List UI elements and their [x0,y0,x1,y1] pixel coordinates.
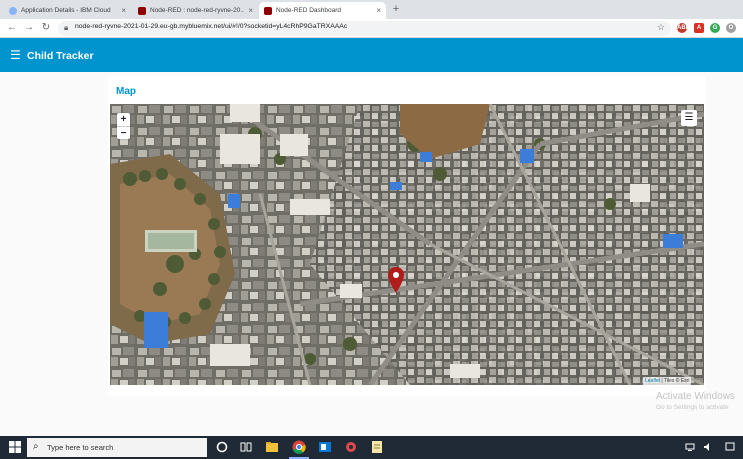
attribution-text: | Tiles © Esri [660,378,690,384]
zoom-out-button[interactable]: − [117,126,130,139]
ibm-cloud-icon [9,6,17,15]
cortana-icon[interactable] [215,440,229,454]
location-marker-icon[interactable] [388,267,404,293]
search-placeholder: Type here to search [47,443,114,452]
grammar-extension-icon[interactable]: G [710,23,720,33]
activate-windows-watermark: Activate Windows Go to Settings to activ… [656,391,735,411]
new-tab-button[interactable]: + [389,2,403,16]
notepad-icon[interactable] [370,440,384,454]
network-icon[interactable] [685,442,695,452]
map-zoom-control: + − [117,113,130,139]
map-attribution: Leaflet | Tiles © Esri [643,377,692,385]
forward-button[interactable]: → [22,21,36,35]
tab-node-red-editor[interactable]: Node-RED : node-red-ryvne-20... × [133,2,258,19]
address-bar[interactable]: 🔒︎ node-red-ryvne-2021-01-29.eu-gb.myblu… [58,21,671,36]
app-title: Child Tracker [27,50,94,62]
tab-close-icon[interactable]: × [121,6,126,15]
node-red-icon [138,6,146,15]
lock-icon: 🔒︎ [64,23,69,32]
windows-start-icon[interactable] [9,441,21,453]
search-icon: ⌕ [33,441,39,452]
tab-title: Application Details - IBM Cloud [21,7,111,14]
task-view-icon[interactable] [239,440,253,454]
tab-title: Node-RED Dashboard [276,7,342,14]
notifications-icon[interactable] [725,442,735,452]
url-text[interactable]: node-red-ryvne-2021-01-29.eu-gb.mybluemi… [75,23,347,30]
satellite-map[interactable] [110,104,704,385]
watermark-line2: Go to Settings to activate [656,404,729,411]
settings-gear-icon[interactable] [344,440,358,454]
bookmark-star-icon[interactable]: ☆ [657,22,665,33]
watermark-line1: Activate Windows [656,391,735,402]
leaflet-link[interactable]: Leaflet [645,378,660,384]
adblock-extension-icon[interactable]: ABP [677,23,690,33]
dashboard-header: ☰ Child Tracker [0,38,743,72]
hamburger-menu-icon[interactable]: ☰ [10,49,21,61]
tab-application-details[interactable]: Application Details - IBM Cloud × [4,2,131,19]
browser-toolbar: ← → ↻ 🔒︎ node-red-ryvne-2021-01-29.eu-gb… [0,19,743,38]
chrome-icon[interactable] [292,440,306,454]
reload-button[interactable]: ↻ [39,21,53,35]
outlook-icon[interactable] [318,440,332,454]
back-button[interactable]: ← [5,21,19,35]
volume-icon[interactable] [703,442,713,452]
tab-close-icon[interactable]: × [248,6,253,15]
file-explorer-icon[interactable] [265,440,279,454]
zoom-in-button[interactable]: + [117,113,130,126]
acrobat-extension-icon[interactable]: A [694,23,704,33]
tab-close-icon[interactable]: × [376,6,381,15]
card-title: Map [116,86,136,97]
browser-tab-strip: Application Details - IBM Cloud × Node-R… [0,0,743,19]
taskbar-search-box[interactable]: ⌕ Type here to search [27,438,207,457]
satellite-imagery [110,104,704,385]
profile-extension-icon[interactable]: O [726,23,736,33]
tab-title: Node-RED : node-red-ryvne-20... [150,7,245,14]
layers-icon[interactable]: ☰ [681,110,697,126]
windows-taskbar: ⌕ Type here to search [0,436,743,459]
node-red-icon [264,6,272,15]
tab-node-red-dashboard[interactable]: Node-RED Dashboard × [259,2,386,19]
